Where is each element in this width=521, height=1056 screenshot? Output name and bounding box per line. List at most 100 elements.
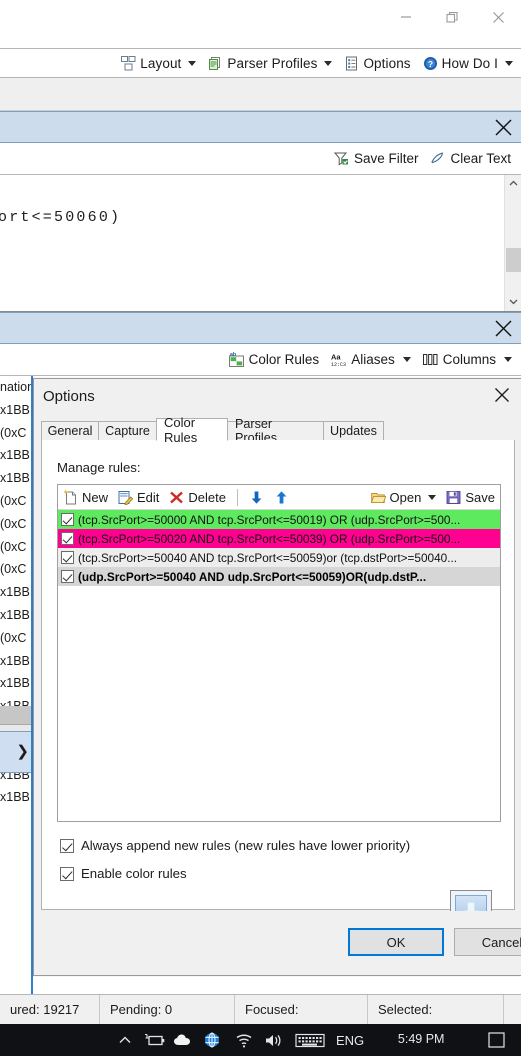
packet-list-row[interactable]: x1BB <box>0 399 32 422</box>
color-rule-checkbox[interactable] <box>61 551 74 564</box>
color-rule-expression: (udp.SrcPort>=50040 AND udp.SrcPort<=500… <box>78 569 427 584</box>
color-rule-checkbox[interactable] <box>61 570 74 583</box>
always-append-checkbox[interactable] <box>60 838 74 853</box>
tab-general[interactable]: General <box>41 421 99 441</box>
cancel-button[interactable]: Cancel <box>454 928 521 956</box>
chevron-down-icon[interactable] <box>188 60 197 66</box>
columns-button[interactable]: Columns <box>417 347 518 373</box>
menu-item-options[interactable]: Options <box>338 50 416 76</box>
options-icon <box>344 56 359 71</box>
color-rules-button[interactable]: ab Color Rules <box>223 347 326 373</box>
packet-list-row[interactable]: (0xC <box>0 536 32 559</box>
packet-list-row[interactable]: x1BB <box>0 581 32 604</box>
packet-list-row[interactable]: x1BB <box>0 467 32 490</box>
save-filter-icon <box>333 151 349 166</box>
packet-list-selected-row[interactable]: ❯ <box>0 731 31 773</box>
color-rule-row[interactable]: (tcp.SrcPort>=50000 AND tcp.SrcPort<=500… <box>58 510 500 529</box>
chevron-down-icon[interactable] <box>504 357 512 362</box>
minimize-icon[interactable] <box>383 1 429 33</box>
filter-text-area[interactable]: ort<=50060) <box>0 175 521 312</box>
menu-item-layout[interactable]: Layout <box>115 50 202 76</box>
edit-rule-button[interactable]: Edit <box>113 486 164 509</box>
chevron-down-icon[interactable] <box>402 357 411 362</box>
filter-toolbar: Save Filter Clear Text <box>0 143 521 175</box>
network-globe-icon[interactable] <box>199 1031 225 1049</box>
packet-list-row[interactable]: (0xC <box>0 490 32 513</box>
cancel-button-label: Cancel <box>481 934 521 950</box>
chevron-down-icon[interactable] <box>428 494 437 500</box>
packet-list-row[interactable]: (0xC <box>0 627 32 650</box>
packet-list-row[interactable]: x1BB <box>0 650 32 673</box>
menu-item-parser-profiles[interactable]: Parser Profiles <box>202 50 338 76</box>
dialog-titlebar: Options <box>34 379 521 413</box>
chevron-down-icon[interactable] <box>505 60 513 66</box>
packet-list-row[interactable]: x1BB <box>0 786 32 809</box>
rules-box: New Edit Delete Open Save (tcp.SrcPort>=… <box>57 484 501 822</box>
color-rule-row[interactable]: (udp.SrcPort>=50040 AND udp.SrcPort<=500… <box>58 567 500 586</box>
tab-updates[interactable]: Updates <box>323 421 384 441</box>
color-rule-checkbox[interactable] <box>61 513 74 526</box>
menu-item-how-do-i[interactable]: ? How Do I <box>417 50 519 76</box>
layout-icon <box>121 55 136 71</box>
packet-list-row[interactable]: x1BB <box>0 444 32 467</box>
wifi-icon[interactable] <box>233 1032 257 1049</box>
edit-icon <box>118 490 134 505</box>
battery-icon[interactable] <box>143 1032 167 1048</box>
tab-label: Color Rules <box>164 414 198 445</box>
show-hidden-icons-chevron-icon[interactable] <box>112 1032 138 1048</box>
windows-taskbar: ENG 5:49 PM <box>0 1024 521 1056</box>
scrollbar-thumb[interactable] <box>506 248 521 272</box>
filter-panel-close-icon[interactable] <box>489 114 517 140</box>
grid-panel-close-icon[interactable] <box>489 315 517 341</box>
columns-icon <box>422 352 438 367</box>
packet-list-row[interactable]: (0xC <box>0 558 32 581</box>
tab-color-rules[interactable]: Color Rules <box>156 415 228 445</box>
volume-icon[interactable] <box>262 1032 288 1049</box>
dialog-close-icon[interactable] <box>485 381 519 409</box>
always-append-option[interactable]: Always append new rules (new rules have … <box>60 838 410 853</box>
open-rules-button[interactable]: Open <box>366 486 442 509</box>
dialog-footer: OK Cancel <box>34 911 521 975</box>
save-filter-button[interactable]: Save Filter <box>328 146 425 172</box>
delete-rule-label: Delete <box>188 489 226 505</box>
tab-parser-profiles[interactable]: Parser Profiles <box>227 417 324 445</box>
color-rule-checkbox[interactable] <box>61 532 74 545</box>
aliases-button[interactable]: Aa 12:C3 Aliases <box>325 347 417 373</box>
clear-text-button[interactable]: Clear Text <box>424 146 517 172</box>
window-titlebar <box>0 0 521 48</box>
new-rule-label: New <box>82 489 109 505</box>
keyboard-icon[interactable] <box>294 1032 326 1049</box>
grid-toolbar: ab Color Rules Aa 12:C3 Aliases Columns <box>0 344 521 376</box>
save-rules-button[interactable]: Save <box>441 486 500 509</box>
tab-capture[interactable]: Capture <box>98 421 157 441</box>
move-down-button[interactable] <box>244 486 269 509</box>
delete-rule-button[interactable]: Delete <box>164 486 231 509</box>
onedrive-cloud-icon[interactable] <box>172 1032 196 1048</box>
new-rule-button[interactable]: New <box>58 486 113 509</box>
language-label: ENG <box>336 1032 365 1048</box>
columns-label: Columns <box>442 352 496 367</box>
packet-list-row[interactable]: (0xC <box>0 513 32 536</box>
color-rule-row[interactable]: (tcp.SrcPort>=50040 AND tcp.SrcPort<=500… <box>58 548 500 567</box>
close-icon[interactable] <box>475 1 521 33</box>
ok-button[interactable]: OK <box>348 928 444 956</box>
scroll-down-icon[interactable] <box>505 293 521 310</box>
enable-color-rules-checkbox[interactable] <box>60 866 74 881</box>
svg-text:Aa: Aa <box>331 353 341 362</box>
clock[interactable]: 5:49 PM <box>390 1033 452 1046</box>
expand-chevron-icon[interactable]: ❯ <box>16 742 29 760</box>
filter-scrollbar[interactable] <box>504 175 521 311</box>
packet-list-row[interactable]: nation <box>0 376 34 399</box>
language-indicator[interactable]: ENG <box>336 1033 364 1048</box>
move-up-button[interactable] <box>269 486 294 509</box>
action-center-icon[interactable] <box>488 1032 505 1048</box>
enable-color-rules-option[interactable]: Enable color rules <box>60 866 187 881</box>
restore-icon[interactable] <box>429 1 475 33</box>
scroll-up-icon[interactable] <box>505 175 521 192</box>
chevron-down-icon[interactable] <box>324 60 333 66</box>
color-rule-row[interactable]: (tcp.SrcPort>=50020 AND tcp.SrcPort<=500… <box>58 529 500 548</box>
color-rules-list[interactable]: (tcp.SrcPort>=50000 AND tcp.SrcPort<=500… <box>58 510 500 586</box>
packet-list-row[interactable]: x1BB <box>0 672 32 695</box>
packet-list-row[interactable]: (0xC <box>0 422 32 445</box>
packet-list-row[interactable]: x1BB <box>0 604 32 627</box>
